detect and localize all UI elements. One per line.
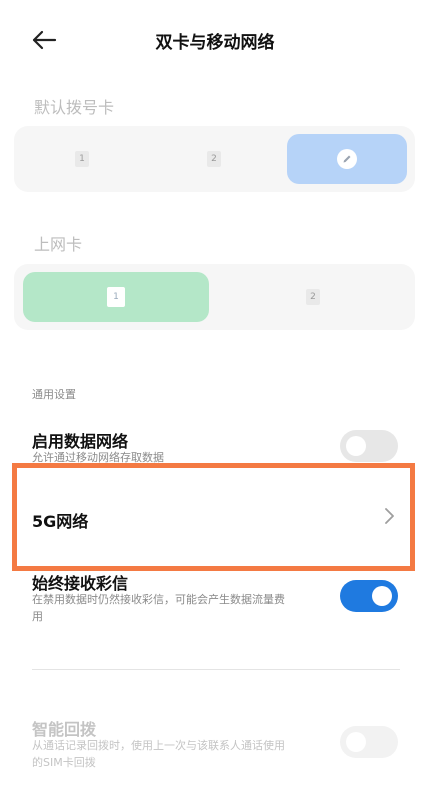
toggle-knob <box>372 586 392 606</box>
smart-callback-subtitle-line2: 的SIM卡回拨 <box>32 756 96 769</box>
divider <box>32 669 400 670</box>
mms-subtitle-line1: 在禁用数据时仍然接收彩信，可能会产生数据流量费 <box>32 593 285 606</box>
data-card-option-sim2[interactable]: 2 <box>219 272 407 322</box>
sim1-badge: 1 <box>107 287 125 307</box>
top-bar: 双卡与移动网络 <box>0 0 430 80</box>
default-dial-option-sim1[interactable]: 1 <box>22 134 142 184</box>
pencil-icon <box>337 149 357 169</box>
mobile-data-toggle[interactable] <box>340 430 398 462</box>
mms-subtitle-line2: 用 <box>32 610 43 623</box>
data-card-option-sim1[interactable]: 1 <box>23 272 209 322</box>
general-settings-header: 通用设置 <box>32 388 76 401</box>
sim2-badge: 2 <box>306 289 320 305</box>
mms-toggle[interactable] <box>340 580 398 612</box>
default-dial-option-ask[interactable] <box>287 134 407 184</box>
default-dial-label: 默认拨号卡 <box>34 98 115 117</box>
5g-network-title: 5G网络 <box>32 512 89 531</box>
smart-callback-toggle[interactable] <box>340 726 398 758</box>
data-card-selector: 1 2 <box>14 264 415 330</box>
data-card-label: 上网卡 <box>34 235 83 254</box>
toggle-knob <box>346 732 366 752</box>
sim1-badge: 1 <box>75 151 89 167</box>
smart-callback-subtitle-line1: 从通话记录回拨时，使用上一次与该联系人通话使用 <box>32 739 285 752</box>
sim2-badge: 2 <box>207 151 221 167</box>
page-title: 双卡与移动网络 <box>155 33 275 53</box>
chevron-right-icon <box>385 508 394 524</box>
default-dial-selector: 1 2 <box>14 126 415 192</box>
toggle-knob <box>346 436 366 456</box>
default-dial-option-sim2[interactable]: 2 <box>154 134 274 184</box>
